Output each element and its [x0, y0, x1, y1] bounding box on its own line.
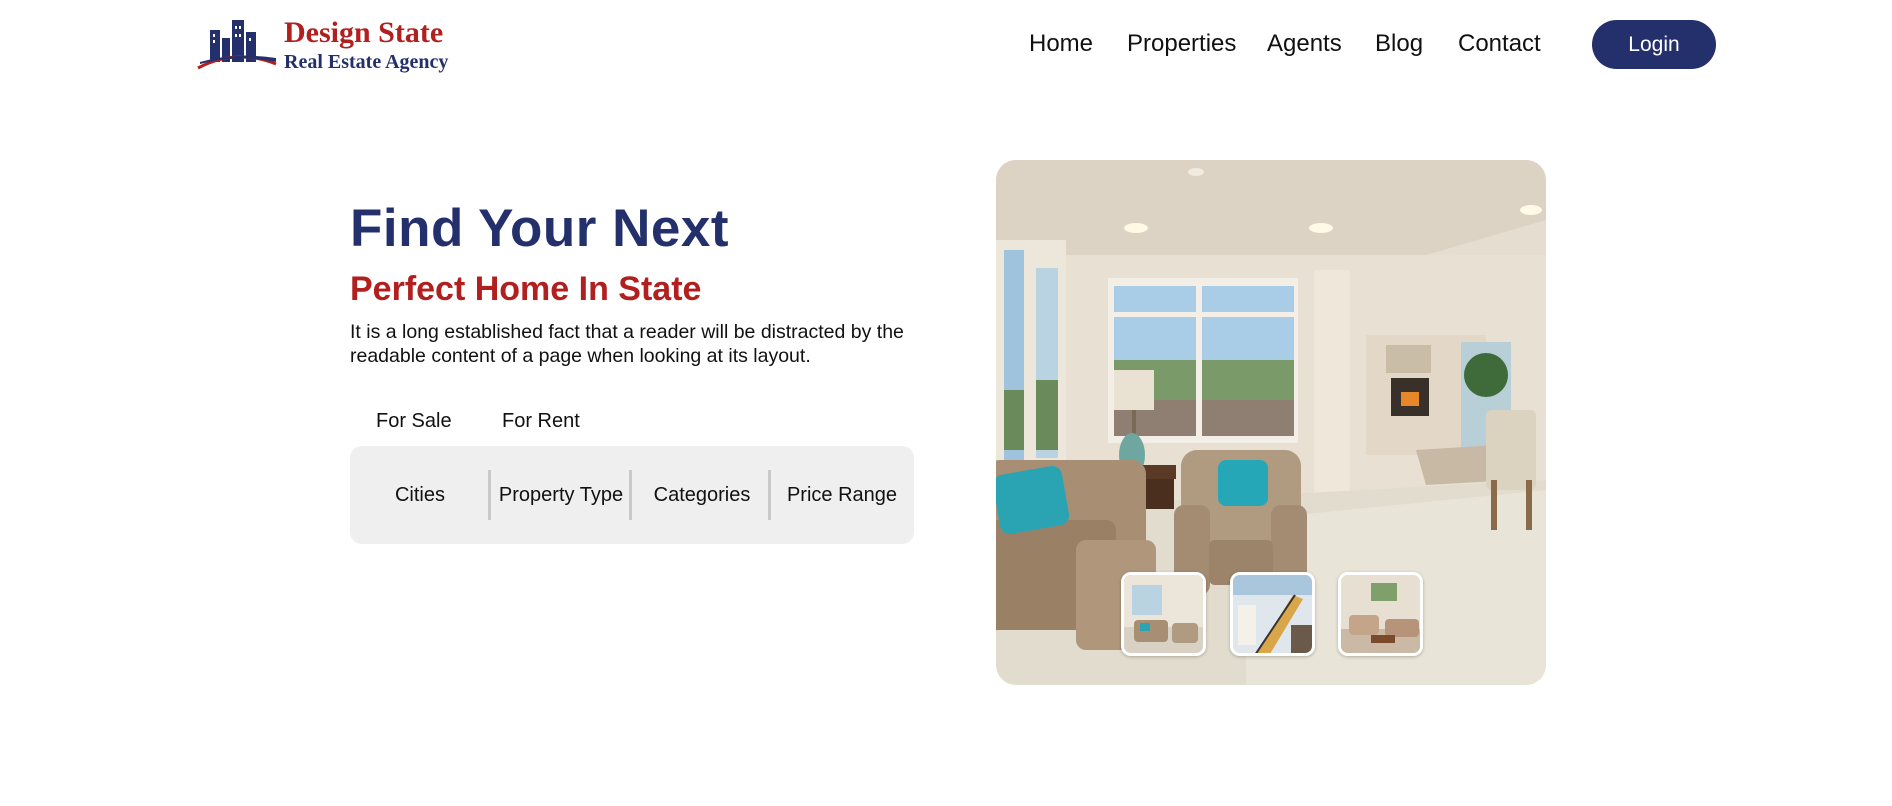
thumbnail-lounge[interactable]: [1338, 572, 1423, 656]
thumbnail-living-room[interactable]: [1121, 572, 1206, 656]
filter-price-range[interactable]: Price Range: [772, 446, 912, 544]
nav-properties[interactable]: Properties: [1127, 30, 1236, 58]
property-search-bar: Cities Property Type Categories Price Ra…: [350, 446, 914, 544]
thumbnail-staircase[interactable]: [1230, 572, 1315, 656]
filter-categories[interactable]: Categories: [632, 446, 772, 544]
filter-cities[interactable]: Cities: [350, 446, 490, 544]
tab-for-sale[interactable]: For Sale: [376, 410, 452, 433]
nav-home[interactable]: Home: [1029, 30, 1093, 58]
login-button[interactable]: Login: [1592, 20, 1716, 69]
hero-subtitle: Perfect Home In State: [350, 270, 702, 308]
nav-contact[interactable]: Contact: [1458, 30, 1541, 58]
brand-name: Design State: [284, 16, 444, 49]
brand-logo[interactable]: Design State Real Estate Agency: [196, 16, 456, 76]
hero-description: It is a long established fact that a rea…: [350, 321, 904, 367]
nav-blog[interactable]: Blog: [1375, 30, 1423, 58]
filter-divider: [768, 470, 771, 520]
filter-property-type[interactable]: Property Type: [491, 446, 631, 544]
hero-title: Find Your Next: [350, 199, 730, 258]
city-skyline-icon: [197, 20, 277, 70]
brand-tagline: Real Estate Agency: [284, 51, 449, 73]
nav-agents[interactable]: Agents: [1267, 30, 1342, 58]
tab-for-rent[interactable]: For Rent: [502, 410, 580, 433]
